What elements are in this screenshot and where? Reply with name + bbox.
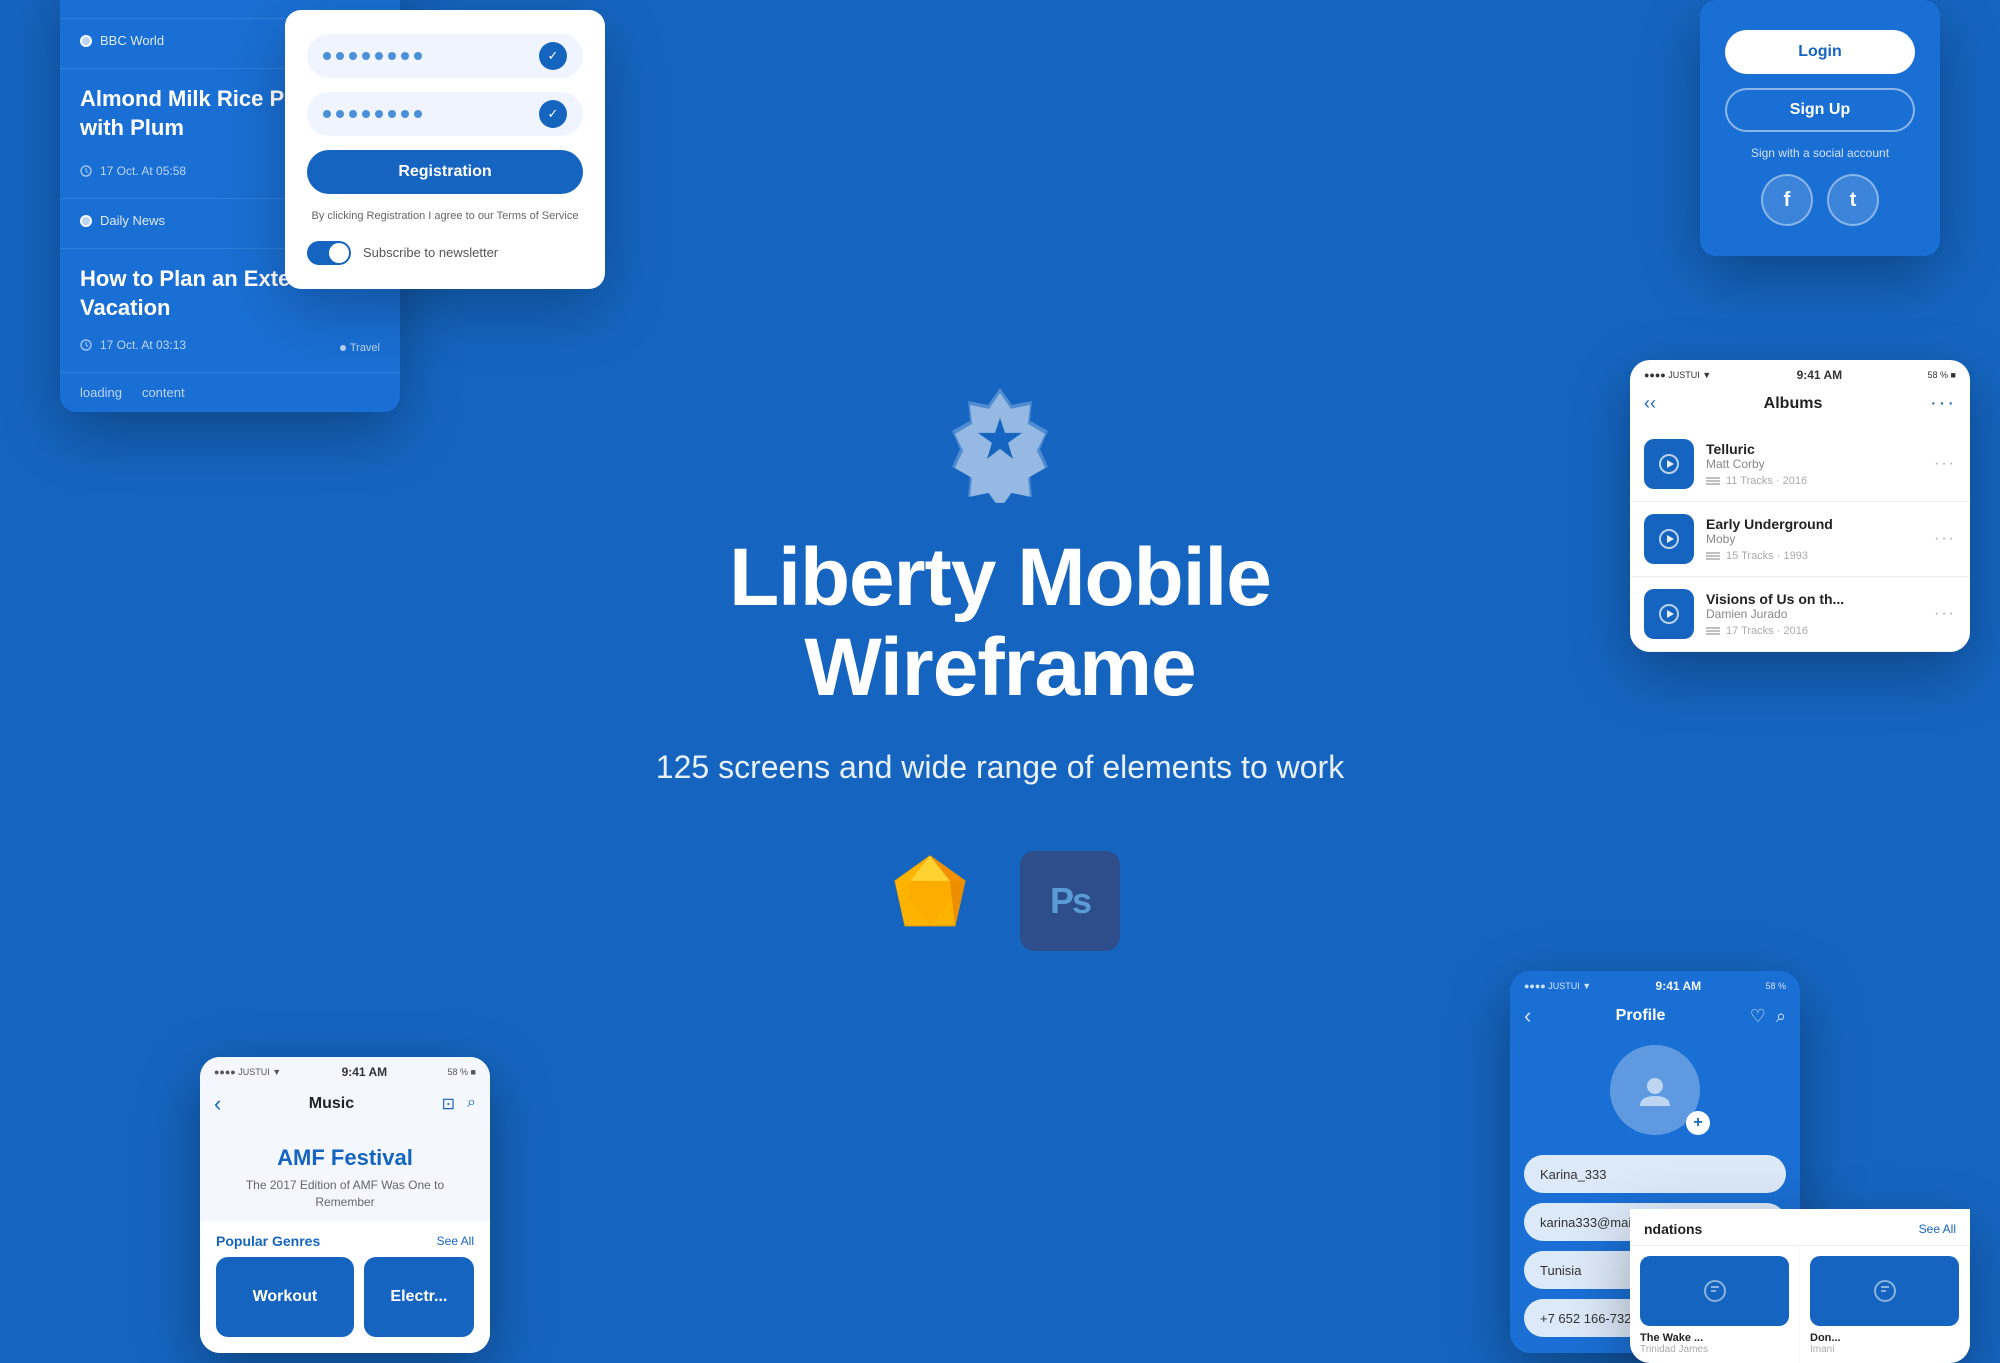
social-label: Sign with a social account: [1751, 146, 1889, 160]
festival-title: AMF Festival: [220, 1145, 470, 1171]
news-tab-content[interactable]: content: [142, 385, 185, 400]
album-thumb-name-2: Don...: [1810, 1332, 1959, 1344]
album-thumb-img-1: [1640, 1256, 1789, 1326]
albums-lower-header: ndations See All: [1630, 1209, 1970, 1246]
albums-lower-see-all[interactable]: See All: [1919, 1222, 1956, 1236]
reg-confirm-field: ✓: [307, 92, 583, 136]
album-name-3: Visions of Us on th...: [1706, 591, 1922, 607]
music-nav-icons: ⊡ ⌕: [442, 1094, 476, 1114]
social-buttons-row: f t: [1761, 174, 1879, 226]
check-icon-2: ✓: [539, 100, 567, 128]
albums-card: ●●●● JUSTUI ▼ 9:41 AM 58 % ■ ‹‹ Albums ·…: [1630, 360, 1970, 652]
heart-icon[interactable]: ♡: [1750, 1006, 1766, 1027]
album-artist-1: Matt Corby: [1706, 457, 1922, 471]
bookmark-icon[interactable]: ⊡: [442, 1094, 455, 1114]
back-button[interactable]: ‹: [214, 1091, 221, 1117]
album-thumb-item-2: Don... Imani: [1800, 1246, 1970, 1363]
newsletter-toggle-row: Subscribe to newsletter: [307, 241, 583, 265]
sketch-icon: [880, 851, 980, 951]
albums-nav-bar: ‹‹ Albums ···: [1630, 386, 1970, 427]
registration-card: ✓ ✓ Registration By clicking Registratio…: [285, 10, 605, 289]
avatar-section: +: [1510, 1045, 1800, 1135]
profile-nav-title: Profile: [1616, 1007, 1666, 1025]
album-thumb-3: [1644, 589, 1694, 639]
albums-back-icon[interactable]: ‹‹: [1644, 393, 1656, 414]
album-thumb-img-2: [1810, 1256, 1959, 1326]
login-button[interactable]: Login: [1725, 30, 1915, 74]
album-item-telluric: Telluric Matt Corby 11 Tracks · 2016 ···: [1630, 427, 1970, 502]
album-item-damien: Visions of Us on th... Damien Jurado 17 …: [1630, 577, 1970, 652]
genres-see-all[interactable]: See All: [437, 1234, 474, 1248]
newsletter-toggle[interactable]: [307, 241, 351, 265]
genre-electronic[interactable]: Electr...: [364, 1257, 474, 1337]
album-name-1: Telluric: [1706, 441, 1922, 457]
profile-phone-status: ●●●● JUSTUI ▼ 9:41 AM 58 %: [1510, 971, 1800, 997]
profile-username-field[interactable]: Karina_333: [1524, 1155, 1786, 1193]
album-info-1: Telluric Matt Corby 11 Tracks · 2016: [1706, 441, 1922, 487]
profile-back-icon[interactable]: ‹: [1524, 1003, 1531, 1029]
album-artist-3: Damien Jurado: [1706, 607, 1922, 621]
main-title: Liberty Mobile Wireframe: [650, 532, 1350, 712]
album-thumb-item-1: The Wake ... Trinidad James: [1630, 1246, 1800, 1363]
news-tabs: loading content: [60, 372, 400, 412]
news-meta-3: 17 Oct. At 03:13: [80, 338, 186, 352]
password-dots: [323, 52, 535, 60]
album-thumb-artist-2: Imani: [1810, 1344, 1959, 1355]
login-card: Login Sign Up Sign with a social account…: [1700, 0, 1940, 256]
album-item-moby: Early Underground Moby 15 Tracks · 1993 …: [1630, 502, 1970, 577]
registration-button[interactable]: Registration: [307, 150, 583, 194]
album-meta-2: 15 Tracks · 1993: [1706, 550, 1922, 562]
albums-lower-title: ndations: [1644, 1221, 1702, 1237]
signup-button[interactable]: Sign Up: [1725, 88, 1915, 132]
news-footer: 17 Oct. At 03:13 Travel: [60, 330, 400, 372]
music-hero-section: AMF Festival The 2017 Edition of AMF Was…: [200, 1131, 490, 1221]
festival-desc: The 2017 Edition of AMF Was One to Remem…: [220, 1177, 470, 1211]
news-tab-loading[interactable]: loading: [80, 385, 122, 400]
profile-nav-bar: ‹ Profile ♡ ⌕: [1510, 997, 1800, 1045]
reg-terms-text: By clicking Registration I agree to our …: [307, 208, 583, 225]
profile-search-icon[interactable]: ⌕: [1776, 1006, 1786, 1027]
album-thumb-name-1: The Wake ...: [1640, 1332, 1789, 1344]
album-meta-1: 11 Tracks · 2016: [1706, 475, 1922, 487]
facebook-button[interactable]: f: [1761, 174, 1813, 226]
badge-icon: [940, 382, 1060, 502]
album-artist-2: Moby: [1706, 532, 1922, 546]
add-photo-button[interactable]: +: [1686, 1111, 1710, 1135]
album-meta-3: 17 Tracks · 2016: [1706, 625, 1922, 637]
albums-lower-card: ndations See All The Wake ... Trinidad J…: [1630, 1209, 1970, 1363]
photoshop-icon: Ps: [1020, 851, 1120, 951]
music-card: ●●●● JUSTUI ▼ 9:41 AM 58 % ■ ‹ Music ⊡ ⌕…: [200, 1057, 490, 1353]
album-info-2: Early Underground Moby 15 Tracks · 1993: [1706, 516, 1922, 562]
subtitle: 125 screens and wide range of elements t…: [650, 743, 1350, 791]
tool-icons: Ps: [650, 851, 1350, 951]
search-icon[interactable]: ⌕: [467, 1094, 476, 1114]
music-phone-status: ●●●● JUSTUI ▼ 9:41 AM 58 % ■: [200, 1057, 490, 1083]
albums-phone-status: ●●●● JUSTUI ▼ 9:41 AM 58 % ■: [1630, 360, 1970, 386]
genres-title: Popular Genres: [216, 1233, 320, 1249]
genre-workout[interactable]: Workout: [216, 1257, 354, 1337]
albums-nav-title: Albums: [1764, 395, 1823, 413]
album-options-1[interactable]: ···: [1934, 455, 1956, 473]
check-icon: ✓: [539, 42, 567, 70]
music-nav-bar: ‹ Music ⊡ ⌕: [200, 1083, 490, 1131]
albums-more-icon[interactable]: ···: [1930, 392, 1956, 415]
travel-tag: Travel: [340, 342, 380, 354]
album-options-2[interactable]: ···: [1934, 530, 1956, 548]
center-content: Liberty Mobile Wireframe 125 screens and…: [650, 382, 1350, 950]
album-thumb-2: [1644, 514, 1694, 564]
twitter-button[interactable]: t: [1827, 174, 1879, 226]
genre-grid: Workout Electr...: [200, 1257, 490, 1353]
album-name-2: Early Underground: [1706, 516, 1922, 532]
reg-password-field: ✓: [307, 34, 583, 78]
album-options-3[interactable]: ···: [1934, 605, 1956, 623]
profile-nav-icons: ♡ ⌕: [1750, 1006, 1786, 1027]
confirm-dots: [323, 110, 535, 118]
newsletter-label: Subscribe to newsletter: [363, 245, 498, 260]
albums-thumb-grid: The Wake ... Trinidad James Don... Imani: [1630, 1246, 1970, 1363]
music-nav-title: Music: [309, 1095, 354, 1113]
album-thumb-1: [1644, 439, 1694, 489]
album-info-3: Visions of Us on th... Damien Jurado 17 …: [1706, 591, 1922, 637]
album-thumb-artist-1: Trinidad James: [1640, 1344, 1789, 1355]
genres-section-header: Popular Genres See All: [200, 1221, 490, 1257]
